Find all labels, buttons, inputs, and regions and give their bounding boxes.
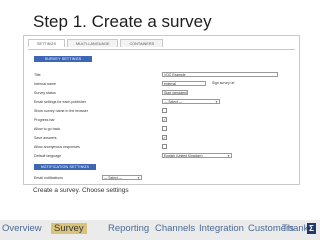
field-row-allow-back: Allow to go back	[34, 126, 284, 133]
select-value: English (United Kingdom)	[164, 154, 203, 158]
field-row-anonymous: Allow anonymous responses	[34, 144, 284, 151]
select-value: — Select —	[104, 176, 123, 180]
chevron-down-icon: ▼	[137, 176, 140, 180]
survey-settings-header: SURVEY SETTINGS	[34, 56, 92, 62]
slide-title: Step 1. Create a survey	[33, 12, 212, 31]
nav-item-integration[interactable]: Integration	[199, 223, 244, 234]
nav-item-channels[interactable]: Channels	[155, 223, 195, 234]
tab-bar: SETTINGS MULTI-LANGUAGE CONTAINERS	[28, 39, 165, 49]
default-language-select[interactable]: English (United Kingdom) ▼	[162, 153, 232, 158]
tab-settings[interactable]: SETTINGS	[28, 39, 65, 47]
email-settings-select[interactable]: — Select — ▼	[162, 99, 220, 104]
field-label: Survey status	[34, 91, 56, 95]
field-row-survey-status: Survey status Start (gesloten)	[34, 90, 284, 97]
show-survey-name-checkbox[interactable]	[162, 108, 167, 113]
nav-item-survey[interactable]: Survey	[51, 223, 87, 234]
field-row-email-notifications: Email notifications — Select — ▼	[34, 175, 284, 182]
field-row-email-settings: Email settings for each publisher — Sele…	[34, 99, 284, 106]
slide-caption: Create a survey. Choose settings	[33, 187, 129, 194]
field-label: Email settings for each publisher	[34, 100, 86, 104]
bottom-navigation: Overview Survey Reporting Channels Integ…	[0, 220, 320, 240]
notification-settings-header: NOTIFICATION SETTINGS	[34, 164, 96, 170]
tab-containers[interactable]: CONTAINERS	[120, 39, 164, 47]
brand-logo-icon: Σ	[307, 223, 316, 234]
field-row-show-survey-name: Show survey name in the browser	[34, 108, 284, 115]
anonymous-checkbox[interactable]	[162, 144, 167, 149]
field-label: Default language	[34, 154, 62, 158]
tab-divider	[28, 49, 295, 50]
field-label: Allow to go back	[34, 127, 61, 131]
progress-bar-checkbox[interactable]: ✓	[162, 117, 167, 122]
nav-item-overview[interactable]: Overview	[2, 223, 42, 234]
tab-multi-language[interactable]: MULTI-LANGUAGE	[67, 39, 119, 47]
field-row-internal-name: Internal name external Sign survey url	[34, 81, 284, 88]
field-row-save-answers: Save answers ✓	[34, 135, 284, 142]
internal-name-hint: Sign survey url	[212, 81, 235, 85]
survey-status-input[interactable]: Start (gesloten)	[162, 90, 188, 95]
field-row-title: Title VOC Example	[34, 72, 284, 79]
email-notifications-select[interactable]: — Select — ▼	[102, 175, 142, 180]
survey-settings-screenshot: SETTINGS MULTI-LANGUAGE CONTAINERS SURVE…	[23, 35, 300, 185]
select-value: — Select —	[164, 100, 183, 104]
field-row-default-language: Default language English (United Kingdom…	[34, 153, 284, 160]
internal-name-input[interactable]: external	[162, 81, 206, 86]
field-label: Email notifications	[34, 176, 63, 180]
nav-item-reporting[interactable]: Reporting	[108, 223, 149, 234]
field-label: Allow anonymous responses	[34, 145, 80, 149]
title-input[interactable]: VOC Example	[162, 72, 278, 77]
field-row-progress-bar: Progress bar ✓	[34, 117, 284, 124]
chevron-down-icon: ▼	[227, 154, 230, 158]
field-label: Progress bar	[34, 118, 55, 122]
save-answers-checkbox[interactable]: ✓	[162, 135, 167, 140]
chevron-down-icon: ▼	[215, 100, 218, 104]
field-label: Save answers	[34, 136, 57, 140]
field-label: Show survey name in the browser	[34, 109, 89, 113]
allow-back-checkbox[interactable]	[162, 126, 167, 131]
field-label: Internal name	[34, 82, 56, 86]
field-label: Title	[34, 73, 41, 77]
